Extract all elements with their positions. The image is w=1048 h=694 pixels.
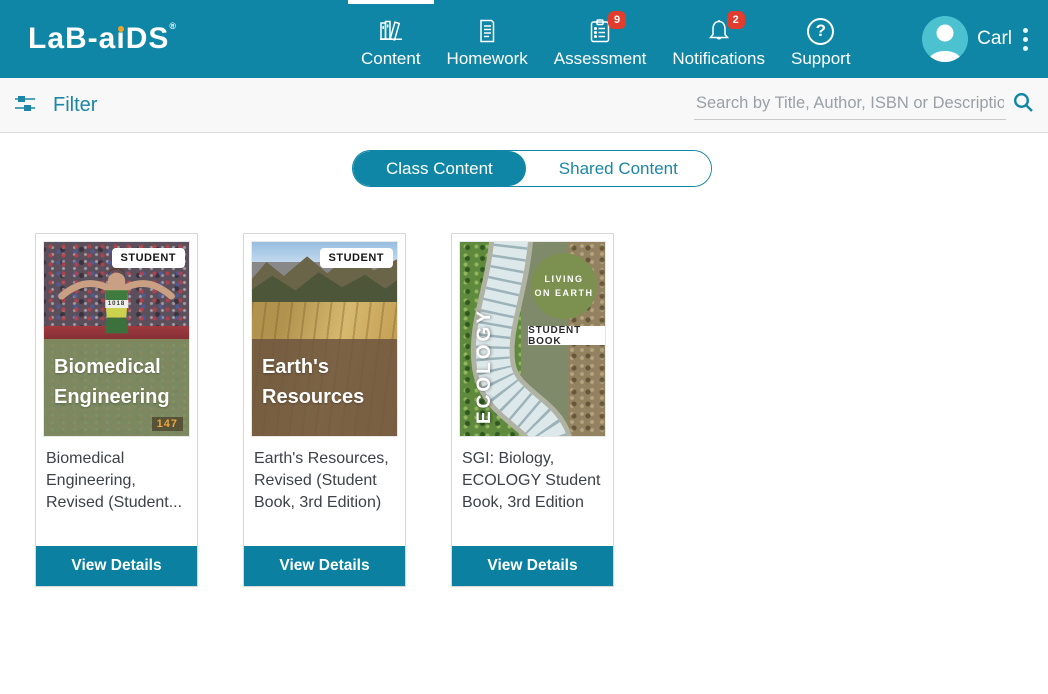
tab-class-content[interactable]: Class Content bbox=[353, 151, 526, 186]
athlete-bib-number: 1018 bbox=[105, 300, 128, 308]
logo-i-letter: ı bbox=[116, 22, 125, 56]
bell-icon: 2 bbox=[705, 16, 733, 46]
search-input[interactable] bbox=[694, 91, 1006, 120]
question-icon: ? bbox=[807, 16, 834, 46]
main-nav: Content Homework bbox=[348, 0, 864, 78]
student-badge: STUDENT bbox=[320, 248, 393, 268]
cover-title-text: Earth's Resources bbox=[262, 352, 389, 412]
nav-item-homework[interactable]: Homework bbox=[434, 0, 541, 78]
filter-label: Filter bbox=[53, 94, 97, 117]
search-icon bbox=[1012, 101, 1034, 116]
nav-item-assessment[interactable]: 9 Assessment bbox=[541, 0, 660, 78]
nav-label-support: Support bbox=[791, 49, 851, 69]
book-title: Earth's Resources, Revised (Student Book… bbox=[244, 437, 405, 513]
clipboard-icon: 9 bbox=[586, 16, 614, 46]
nav-label-content: Content bbox=[361, 49, 421, 69]
assessment-badge: 9 bbox=[608, 11, 626, 29]
book-cover-ecology: LIVING ON EARTH STUDENT BOOK ECOLOGY bbox=[459, 241, 606, 437]
document-icon bbox=[473, 16, 501, 46]
ecology-vertical-text: ECOLOGY bbox=[474, 308, 496, 424]
book-cover-biomedical: 1018 Biomedical Engineering 147 STUDENT bbox=[43, 241, 190, 437]
view-details-button[interactable]: View Details bbox=[36, 546, 197, 586]
filter-sliders-icon bbox=[13, 91, 37, 120]
logo-text-prefix: LaB-a bbox=[28, 22, 116, 55]
labaids-logo[interactable]: LaB-aıDS® bbox=[28, 22, 177, 56]
logo-registered-mark: ® bbox=[169, 21, 177, 31]
student-book-band: STUDENT BOOK bbox=[528, 326, 605, 345]
search-button[interactable] bbox=[1012, 91, 1034, 120]
logo-orange-dot bbox=[118, 26, 124, 32]
nav-item-support[interactable]: ? Support bbox=[778, 0, 864, 78]
content-card-sgi-ecology: LIVING ON EARTH STUDENT BOOK ECOLOGY SGI… bbox=[451, 233, 614, 587]
user-avatar[interactable] bbox=[922, 16, 968, 62]
book-title: SGI: Biology, ECOLOGY Student Book, 3rd … bbox=[452, 437, 613, 513]
search-area bbox=[694, 91, 1034, 120]
view-details-button[interactable]: View Details bbox=[244, 546, 405, 586]
nav-item-content[interactable]: Content bbox=[348, 0, 434, 78]
user-name: Carl bbox=[977, 28, 1012, 50]
scoreboard-number: 147 bbox=[152, 417, 183, 431]
cover-title-text: Biomedical Engineering bbox=[54, 352, 181, 412]
student-badge: STUDENT bbox=[112, 248, 185, 268]
user-menu-kebab-icon[interactable] bbox=[1021, 24, 1030, 55]
books-icon bbox=[377, 16, 405, 46]
filter-button[interactable]: Filter bbox=[13, 78, 97, 133]
nav-label-notifications: Notifications bbox=[672, 49, 765, 69]
content-card-grid: 1018 Biomedical Engineering 147 STUDENT … bbox=[35, 233, 614, 587]
filter-bar: Filter bbox=[0, 78, 1048, 133]
nav-item-notifications[interactable]: 2 Notifications bbox=[659, 0, 778, 78]
book-cover-earths-resources: Earth's Resources STUDENT bbox=[251, 241, 398, 437]
content-card-earths-resources: Earth's Resources STUDENT Earth's Resour… bbox=[243, 233, 406, 587]
user-area: Carl bbox=[922, 0, 1030, 78]
content-card-biomedical: 1018 Biomedical Engineering 147 STUDENT … bbox=[35, 233, 198, 587]
tab-shared-content[interactable]: Shared Content bbox=[526, 151, 711, 186]
content-toggle: Class Content Shared Content bbox=[352, 150, 712, 187]
view-details-button[interactable]: View Details bbox=[452, 546, 613, 586]
logo-text-suffix: DS bbox=[126, 22, 170, 55]
living-on-earth-circle: LIVING ON EARTH bbox=[531, 253, 597, 319]
book-title: Biomedical Engineering, Revised (Student… bbox=[36, 437, 197, 513]
nav-label-homework: Homework bbox=[447, 49, 528, 69]
nav-label-assessment: Assessment bbox=[554, 49, 647, 69]
app-header: LaB-aıDS® Content bbox=[0, 0, 1048, 78]
notifications-badge: 2 bbox=[727, 11, 745, 29]
